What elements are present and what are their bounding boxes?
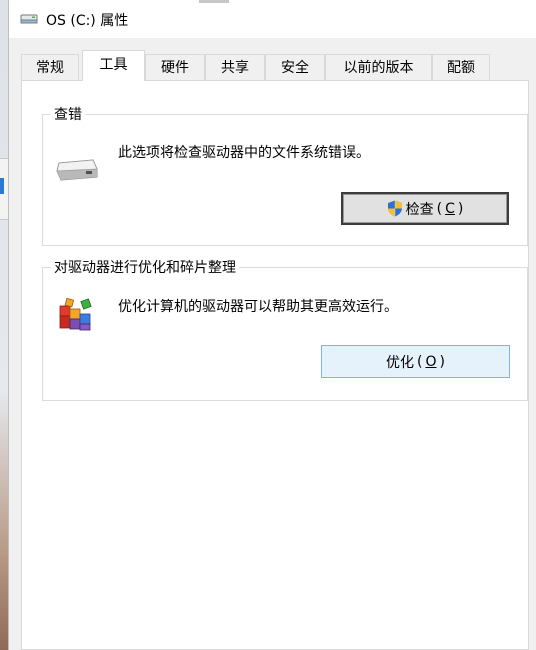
error-check-description: 此选项将检查驱动器中的文件系统错误。 (118, 145, 370, 161)
check-button-accesskey: C (445, 200, 455, 217)
title-shadow (199, 0, 229, 3)
tab-hardware[interactable]: 硬件 (145, 54, 205, 80)
check-button-key-open: ( (436, 200, 443, 217)
check-button-label: 检查 (405, 201, 434, 218)
tab-tools[interactable]: 工具 (82, 50, 145, 81)
tab-quota[interactable]: 配额 (432, 54, 490, 80)
optimize-button-key-open: ( (417, 353, 423, 370)
defrag-icon (59, 297, 92, 331)
optimize-description: 优化计算机的驱动器可以帮助其更高效运行。 (118, 299, 398, 315)
tab-security[interactable]: 安全 (265, 54, 325, 80)
optimize-button[interactable]: 优化(O) (321, 345, 510, 378)
drive-title-icon (20, 14, 38, 24)
check-button-key-close: ) (457, 200, 464, 217)
check-button[interactable]: 检查(C) (341, 192, 509, 225)
background-selection-marker (0, 178, 4, 194)
window-title: OS (C:) 属性 (46, 13, 129, 29)
tab-general[interactable]: 常规 (21, 54, 79, 80)
optimize-button-label: 优化 (386, 354, 415, 371)
error-check-title: 查错 (51, 104, 85, 124)
optimize-group: 对驱动器进行优化和碎片整理 优化计算机的驱动器可以帮助其更高效运行。 优化(O) (42, 257, 528, 401)
uac-shield-icon (387, 200, 402, 217)
properties-dialog: OS (C:) 属性 常规 工具 硬件 共享 安全 以前的版本 配额 查错 此选… (8, 0, 536, 650)
optimize-button-accesskey: O (425, 353, 437, 370)
tools-panel: 查错 此选项将检查驱动器中的文件系统错误。 检查(C) 对驱动器进行优化和碎片整… (21, 80, 529, 650)
tab-sharing[interactable]: 共享 (205, 54, 265, 80)
optimize-button-key-close: ) (439, 353, 445, 370)
tab-strip: 常规 工具 硬件 共享 安全 以前的版本 配额 (21, 50, 491, 81)
tab-previous-versions[interactable]: 以前的版本 (325, 54, 432, 80)
drive-icon (56, 159, 98, 181)
title-bar[interactable]: OS (C:) 属性 (9, 0, 536, 38)
error-check-group: 查错 此选项将检查驱动器中的文件系统错误。 检查(C) (42, 104, 528, 246)
optimize-title: 对驱动器进行优化和碎片整理 (51, 257, 239, 277)
